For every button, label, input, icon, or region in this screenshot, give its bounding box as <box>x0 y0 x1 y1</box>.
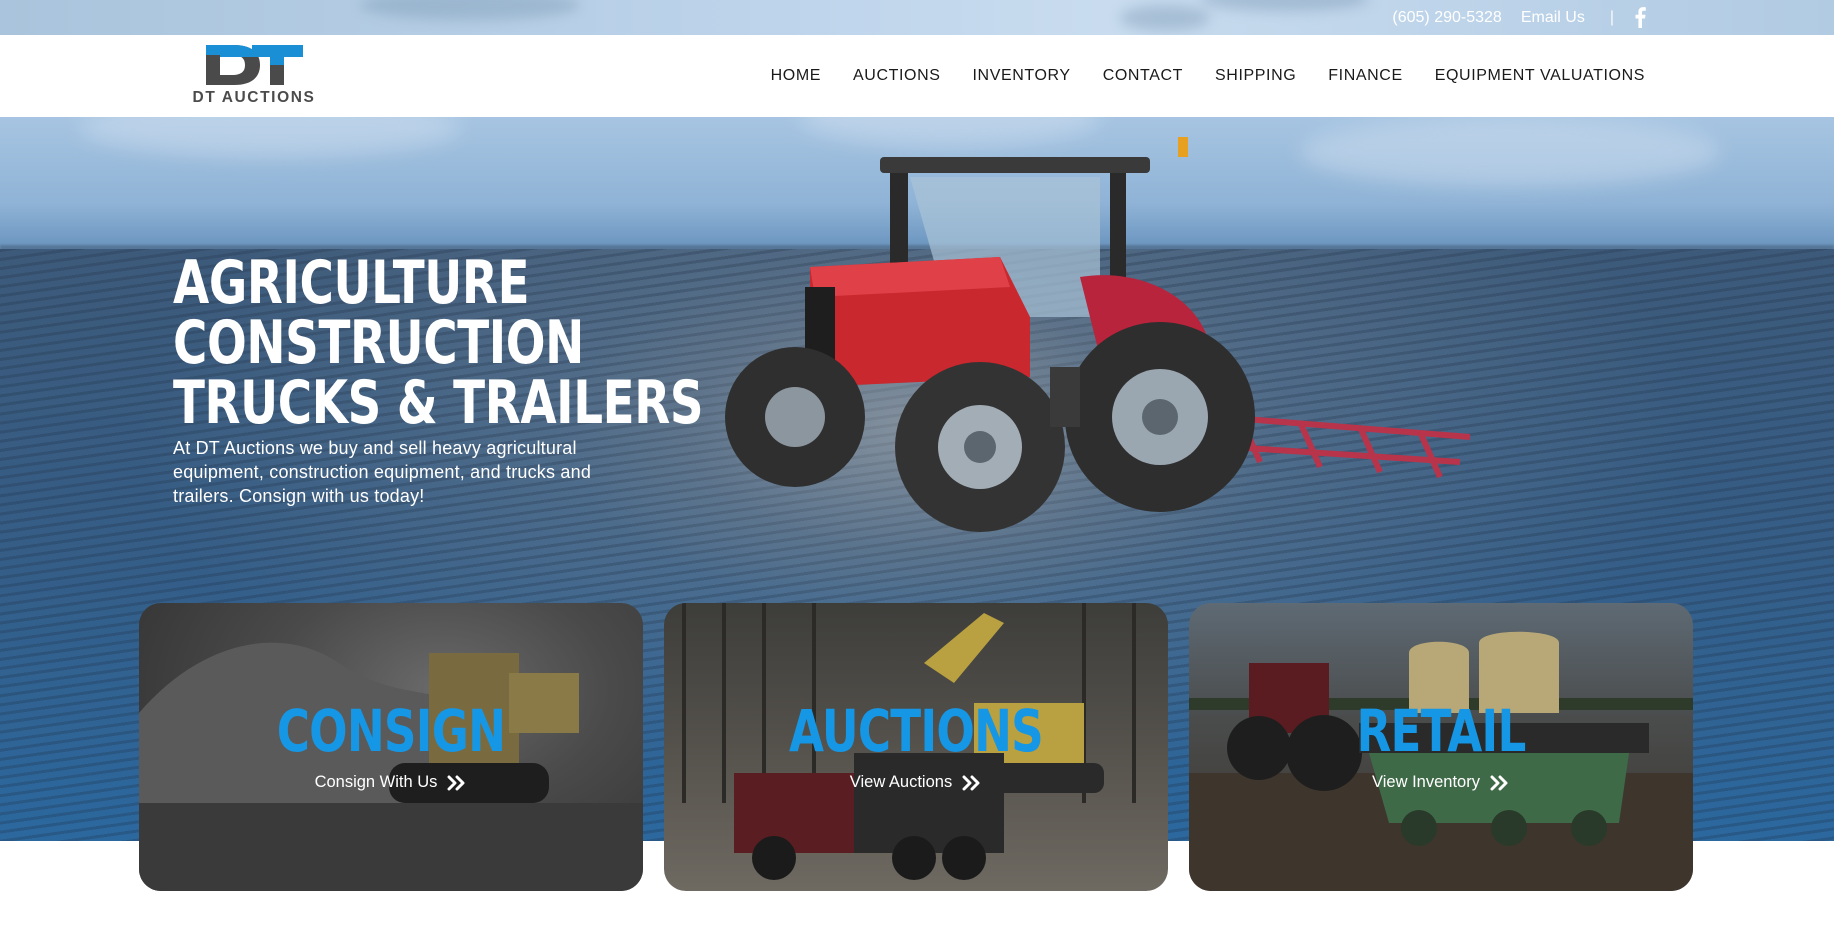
headline-line-1: AGRICULTURE <box>173 248 530 318</box>
dt-logo-mark <box>206 45 303 85</box>
headline-line-2: CONSTRUCTION <box>173 308 584 378</box>
retail-title: RETAIL <box>1356 697 1526 765</box>
consign-card[interactable]: CONSIGN Consign With Us <box>139 603 643 891</box>
retail-link-label: View Inventory <box>1372 773 1480 791</box>
nav-home[interactable]: HOME <box>771 67 821 85</box>
dt-auctions-logo[interactable]: DT AUCTIONS <box>172 39 336 111</box>
nav-equipment-valuations[interactable]: EQUIPMENT VALUATIONS <box>1435 67 1645 85</box>
consign-with-us-link[interactable]: Consign With Us <box>139 773 643 792</box>
main-nav: HOME AUCTIONS INVENTORY CONTACT SHIPPING… <box>771 35 1645 117</box>
tractor-image <box>725 137 1471 532</box>
auctions-link-label: View Auctions <box>849 773 953 791</box>
auctions-title: AUCTIONS <box>789 697 1044 765</box>
consign-link-label: Consign With Us <box>314 773 438 791</box>
topbar-separator: | <box>1609 8 1614 26</box>
nav-contact[interactable]: CONTACT <box>1103 67 1183 85</box>
hero-subtitle: At DT Auctions we buy and sell heavy agr… <box>173 438 592 506</box>
consign-title: CONSIGN <box>276 697 506 765</box>
site-header: DT AUCTIONS HOME AUCTIONS INVENTORY CONT… <box>0 35 1834 117</box>
email-us-link[interactable]: Email Us <box>1521 9 1585 27</box>
view-auctions-link[interactable]: View Auctions <box>664 773 1168 792</box>
auctions-card[interactable]: AUCTIONS View Auctions <box>664 603 1168 891</box>
retail-card[interactable]: RETAIL View Inventory <box>1189 603 1693 891</box>
nav-auctions[interactable]: AUCTIONS <box>853 67 940 85</box>
top-contact-bar: (605) 290-5328 Email Us | <box>0 0 1834 35</box>
facebook-icon[interactable] <box>1633 7 1647 29</box>
nav-shipping[interactable]: SHIPPING <box>1215 67 1296 85</box>
phone-link[interactable]: (605) 290-5328 <box>1392 9 1501 27</box>
headline-line-3: TRUCKS & TRAILERS <box>173 368 704 438</box>
hero-headline: AGRICULTURE CONSTRUCTION TRUCKS & TRAILE… <box>173 248 704 438</box>
view-inventory-link[interactable]: View Inventory <box>1189 773 1693 792</box>
double-chevron-right-icon <box>962 775 980 790</box>
nav-finance[interactable]: FINANCE <box>1328 67 1402 85</box>
logo-wordmark: DT AUCTIONS <box>192 89 316 106</box>
double-chevron-right-icon <box>447 775 465 790</box>
nav-inventory[interactable]: INVENTORY <box>973 67 1071 85</box>
double-chevron-right-icon <box>1490 775 1508 790</box>
